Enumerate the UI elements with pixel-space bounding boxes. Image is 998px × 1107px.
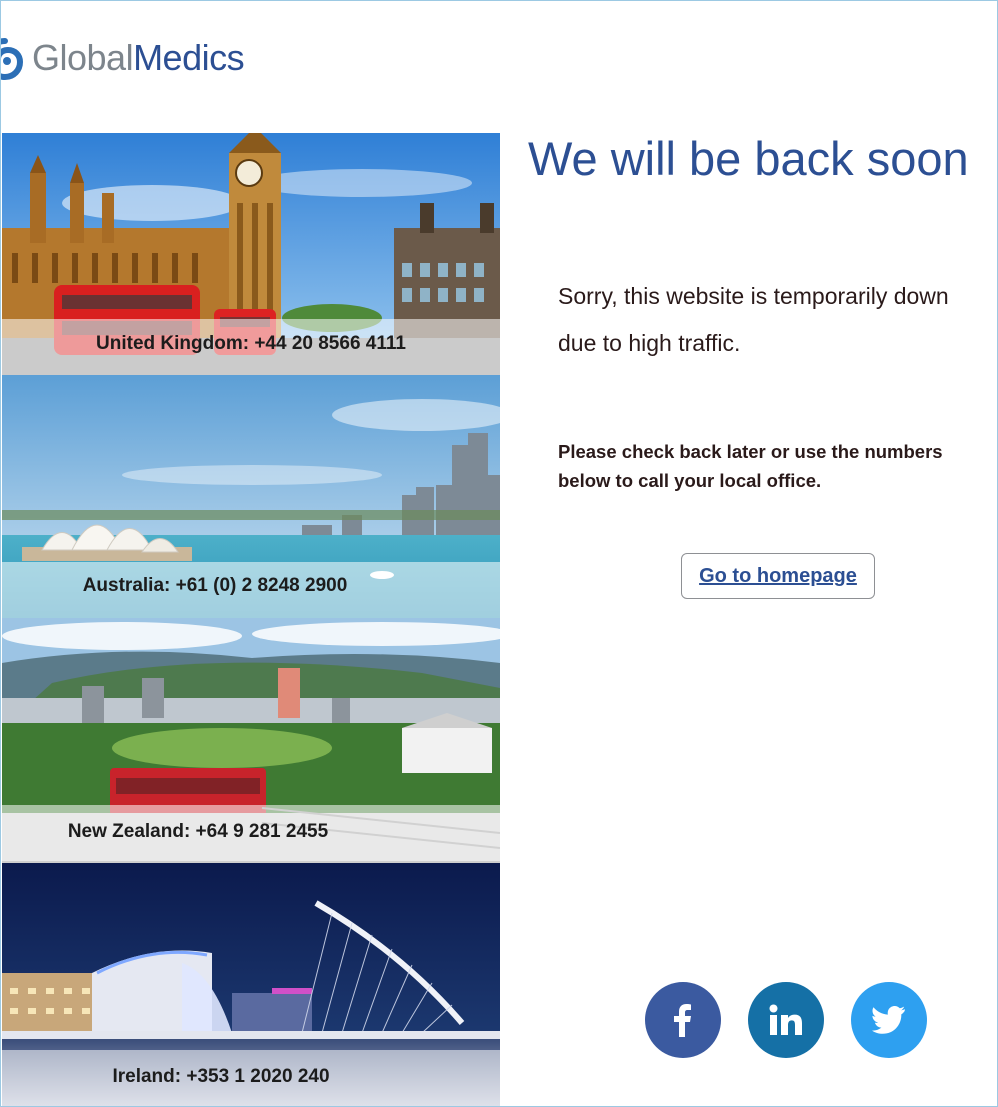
office-phone-ireland[interactable]: Ireland: +353 1 2020 240 xyxy=(2,1066,470,1088)
globalmedics-logo-icon xyxy=(1,38,23,81)
office-phone-new-zealand[interactable]: New Zealand: +64 9 281 2455 xyxy=(2,821,447,843)
twitter-button[interactable] xyxy=(851,982,927,1058)
go-to-homepage-button[interactable]: Go to homepage xyxy=(681,553,875,599)
office-tile-uk: United Kingdom: +44 20 8566 4111 xyxy=(2,133,500,375)
brand-name-part1: Global xyxy=(32,37,134,78)
office-tile-new-zealand: New Zealand: +64 9 281 2455 xyxy=(2,618,500,863)
facebook-icon xyxy=(674,1004,691,1037)
office-tile-ireland: Ireland: +353 1 2020 240 xyxy=(2,863,500,1106)
message-line-1: Sorry, this website is temporarily down xyxy=(558,283,949,309)
message-line-2: due to high traffic. xyxy=(558,330,741,356)
office-tiles: United Kingdom: +44 20 8566 4111 Austral… xyxy=(2,133,500,1106)
linkedin-icon xyxy=(769,1004,802,1035)
office-phone-australia[interactable]: Australia: +61 (0) 2 8248 2900 xyxy=(2,575,464,597)
page-title: We will be back soon xyxy=(528,132,969,185)
maintenance-page: GlobalMedics United Kingdom: +44 20 8566… xyxy=(0,0,998,1107)
office-phone-uk[interactable]: United Kingdom: +44 20 8566 4111 xyxy=(2,333,500,355)
office-tile-australia: Australia: +61 (0) 2 8248 2900 xyxy=(2,375,500,618)
brand-name: GlobalMedics xyxy=(32,37,245,79)
instruction-line-2: below to call your local office. xyxy=(558,470,822,491)
go-to-homepage-link[interactable]: Go to homepage xyxy=(699,565,857,588)
facebook-button[interactable] xyxy=(645,982,721,1058)
brand-name-part2: Medics xyxy=(133,37,245,78)
instruction-line-1: Please check back later or use the numbe… xyxy=(558,441,943,462)
linkedin-button[interactable] xyxy=(748,982,824,1058)
twitter-icon xyxy=(872,1006,905,1034)
